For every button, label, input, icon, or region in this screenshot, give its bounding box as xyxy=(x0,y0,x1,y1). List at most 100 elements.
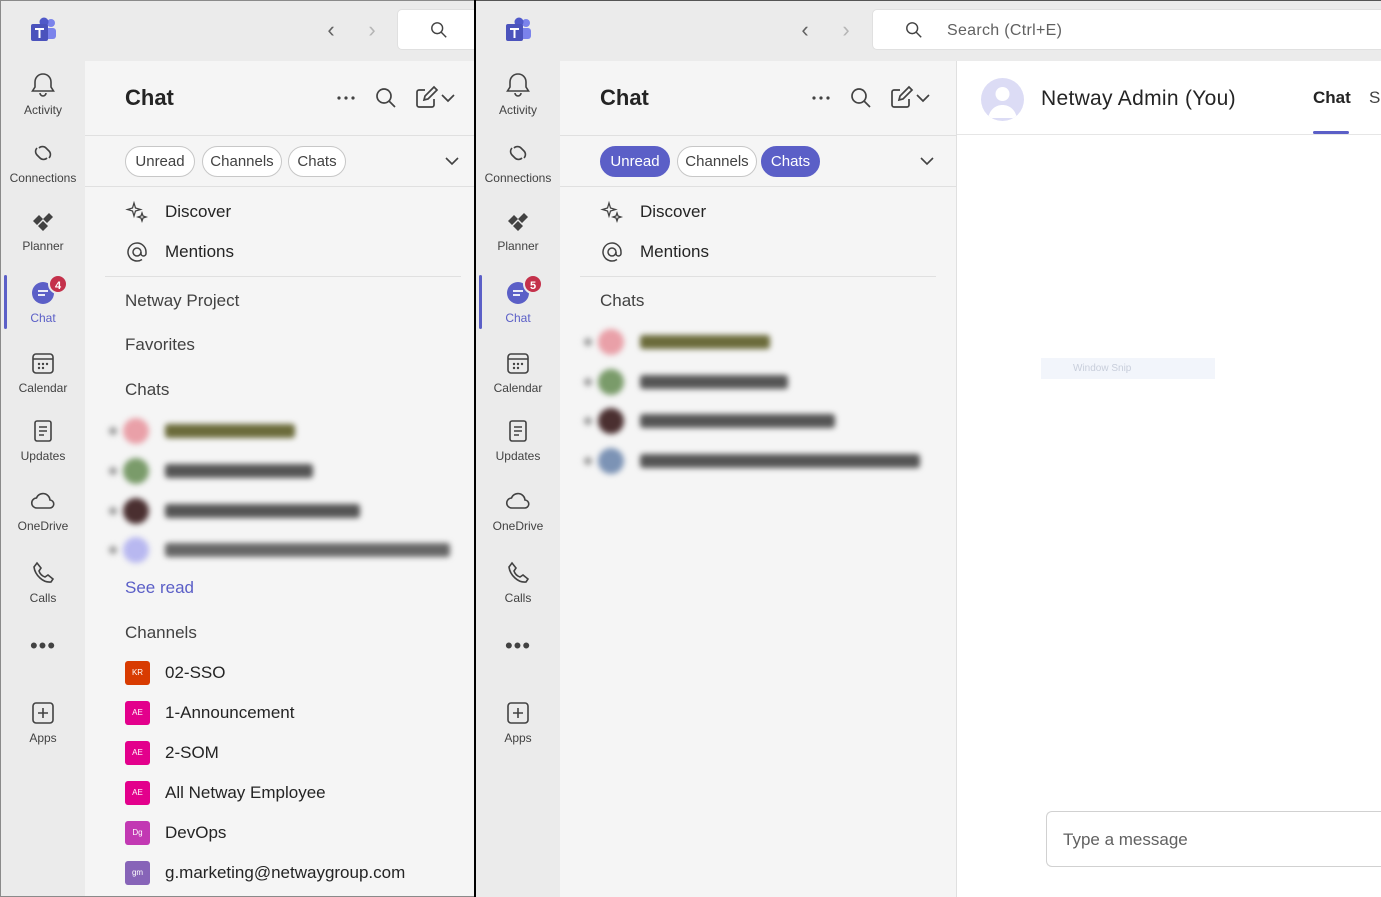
more-options-icon[interactable] xyxy=(808,85,834,111)
filter-unread[interactable]: Unread xyxy=(600,146,670,177)
avatar[interactable] xyxy=(981,78,1024,121)
divider xyxy=(105,276,461,277)
channel-item[interactable]: Dg DevOps xyxy=(85,813,474,853)
search-input[interactable]: Search (Ctrl+E) xyxy=(872,9,1381,50)
section-favorites[interactable]: Favorites xyxy=(125,335,195,355)
channel-name: DevOps xyxy=(165,823,227,842)
chevron-down-icon[interactable] xyxy=(914,85,932,111)
panel-header: Chat xyxy=(560,61,956,136)
rail-apps[interactable]: Apps xyxy=(476,691,560,753)
rail-activity[interactable]: Activity xyxy=(1,63,85,125)
chat-list-item[interactable] xyxy=(584,367,804,397)
message-compose-box[interactable]: Type a message xyxy=(1046,811,1381,867)
new-chat-icon[interactable] xyxy=(413,85,439,111)
section-netway-project[interactable]: Netway Project xyxy=(125,291,239,311)
search-input[interactable] xyxy=(397,9,474,50)
phone-icon xyxy=(33,561,55,583)
mentions-item[interactable]: Mentions xyxy=(560,234,957,270)
channel-item[interactable]: AE All Netway Employee xyxy=(85,773,474,813)
panel-header: Chat xyxy=(85,61,474,136)
rail-calendar[interactable]: Calendar xyxy=(476,341,560,403)
chat-list-item[interactable] xyxy=(109,416,309,446)
channel-item[interactable]: gm g.marketing@netwaygroup.com xyxy=(85,853,474,893)
channel-name: 02-SSO xyxy=(165,663,226,682)
mentions-item[interactable]: Mentions xyxy=(85,234,474,270)
discover-label: Discover xyxy=(640,202,707,221)
rail-onedrive[interactable]: OneDrive xyxy=(1,479,85,541)
filter-chats[interactable]: Chats xyxy=(761,146,820,177)
rail-chat-label: Chat xyxy=(30,311,56,325)
more-apps-icon[interactable]: ••• xyxy=(1,633,85,659)
mentions-label: Mentions xyxy=(640,242,709,261)
rail-apps-label: Apps xyxy=(29,731,57,745)
more-apps-icon[interactable]: ••• xyxy=(476,633,560,659)
chat-list-item[interactable] xyxy=(109,496,369,526)
rail-calls[interactable]: Calls xyxy=(476,551,560,613)
channel-item[interactable]: KR 02-SSO xyxy=(85,653,474,693)
tab-chat[interactable]: Chat xyxy=(1313,88,1351,108)
title-bar: ‹ › Search (Ctrl+E) xyxy=(476,1,1381,61)
rail-planner[interactable]: Planner xyxy=(476,199,560,261)
filter-channels[interactable]: Channels xyxy=(202,146,282,177)
rail-activity-label: Activity xyxy=(498,103,537,117)
rail-onedrive-label: OneDrive xyxy=(492,519,544,533)
channel-name: 2-SOM xyxy=(165,743,219,762)
channel-item[interactable]: AE 2-SOM xyxy=(85,733,474,773)
section-chats[interactable]: Chats xyxy=(125,380,169,400)
section-channels[interactable]: Channels xyxy=(125,623,197,643)
chevron-down-icon[interactable] xyxy=(439,85,457,111)
filter-unread[interactable]: Unread xyxy=(125,146,195,177)
calendar-icon xyxy=(507,353,529,374)
rail-chat[interactable]: 5 Chat xyxy=(476,271,560,333)
left-teams-window: ‹ › Activity Connections Planner 4 Chat … xyxy=(0,0,474,897)
discover-item[interactable]: Discover xyxy=(85,194,474,230)
back-arrow-icon[interactable]: ‹ xyxy=(320,19,342,41)
chat-list-item[interactable] xyxy=(109,456,329,486)
filter-channels[interactable]: Channels xyxy=(677,146,757,177)
channel-item[interactable]: AE 1-Announcement xyxy=(85,693,474,733)
forward-arrow-icon[interactable]: › xyxy=(835,19,857,41)
rail-chat[interactable]: 4 Chat xyxy=(1,271,85,333)
chat-list-item[interactable] xyxy=(584,327,784,357)
connections-icon xyxy=(34,145,52,161)
filters-expand-chevron-icon[interactable] xyxy=(918,152,936,170)
see-read-link[interactable]: See read xyxy=(125,578,194,598)
more-options-icon[interactable] xyxy=(333,85,359,111)
rail-planner[interactable]: Planner xyxy=(1,199,85,261)
section-chats[interactable]: Chats xyxy=(600,291,644,311)
rail-apps[interactable]: Apps xyxy=(1,691,85,753)
chat-list-item[interactable] xyxy=(584,406,844,436)
filter-bar: Unread Channels Chats xyxy=(85,136,474,187)
updates-icon xyxy=(509,420,527,442)
channel-team-avatar: Dg xyxy=(125,821,150,845)
filter-search-icon[interactable] xyxy=(848,85,874,111)
channel-name: 1-Announcement xyxy=(165,703,295,722)
filter-chats[interactable]: Chats xyxy=(288,146,346,177)
rail-updates-label: Updates xyxy=(20,449,66,463)
rail-updates[interactable]: Updates xyxy=(476,409,560,471)
bell-icon xyxy=(31,73,55,97)
filters-expand-chevron-icon[interactable] xyxy=(443,152,461,170)
filter-search-icon[interactable] xyxy=(373,85,399,111)
new-chat-icon[interactable] xyxy=(888,85,914,111)
rail-updates[interactable]: Updates xyxy=(1,409,85,471)
chat-list-item[interactable] xyxy=(109,535,450,565)
rail-apps-label: Apps xyxy=(504,731,532,745)
back-arrow-icon[interactable]: ‹ xyxy=(794,19,816,41)
discover-item[interactable]: Discover xyxy=(560,194,957,230)
updates-icon xyxy=(34,420,52,442)
rail-onedrive[interactable]: OneDrive xyxy=(476,479,560,541)
rail-connections[interactable]: Connections xyxy=(1,131,85,193)
search-icon xyxy=(431,22,447,38)
chat-list-item[interactable] xyxy=(584,446,924,476)
rail-activity[interactable]: Activity xyxy=(476,63,560,125)
rail-calls[interactable]: Calls xyxy=(1,551,85,613)
forward-arrow-icon[interactable]: › xyxy=(361,19,383,41)
rail-connections[interactable]: Connections xyxy=(476,131,560,193)
conversation-pane: Netway Admin (You) Chat Sh Window Snip T… xyxy=(957,61,1381,897)
tab-shared-partial[interactable]: Sh xyxy=(1369,88,1381,108)
rail-calendar[interactable]: Calendar xyxy=(1,341,85,403)
search-placeholder: Search (Ctrl+E) xyxy=(947,22,1063,39)
app-rail: Activity Connections Planner 4 Chat Cale… xyxy=(1,61,85,896)
rail-planner-label: Planner xyxy=(22,239,64,253)
